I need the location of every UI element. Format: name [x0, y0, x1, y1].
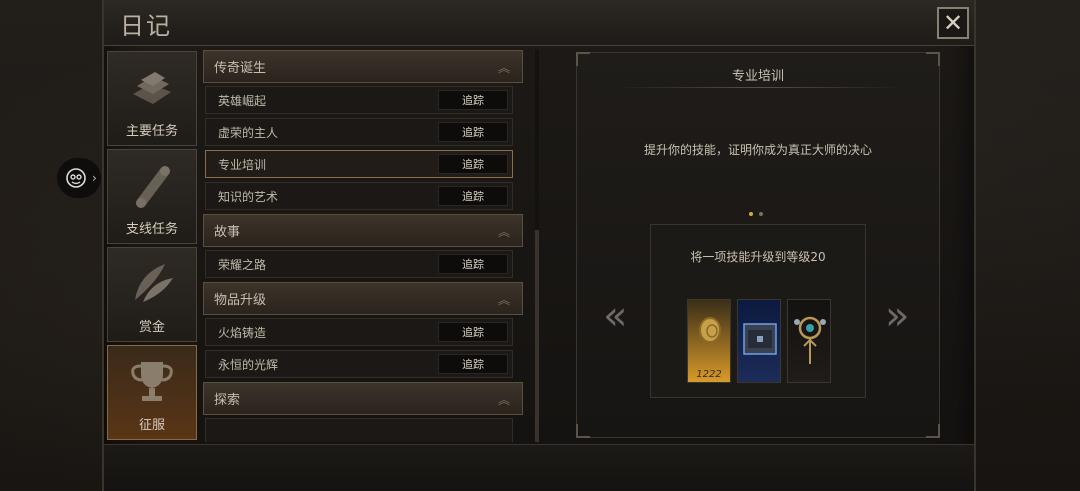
section-title: 物品升级: [214, 293, 267, 308]
reward-chest[interactable]: [737, 299, 781, 383]
tab-side-quests[interactable]: 支线任务: [107, 149, 197, 244]
divider: [615, 87, 903, 88]
tab-label: 征服: [138, 418, 165, 433]
corner-ornament: [576, 52, 590, 66]
quest-name: 专业培训: [218, 157, 267, 172]
title-bar: [104, 0, 974, 46]
corner-ornament: [926, 424, 940, 438]
quest-detail-panel: 专业培训 提升你的技能，证明你成为真正大师的决心 将一项技能升级到等级20 12…: [576, 52, 940, 438]
quest-row[interactable]: 火焰铸造 追踪: [205, 318, 513, 346]
double-chevron-left-icon: «: [603, 293, 628, 339]
tab-main-quests[interactable]: 主要任务: [107, 51, 197, 146]
quest-list-scrollbar[interactable]: [535, 50, 539, 442]
track-button[interactable]: 追踪: [438, 90, 508, 110]
quest-name: 荣耀之路: [218, 257, 267, 272]
quest-name: 知识的艺术: [218, 189, 279, 204]
quest-row[interactable]: 知识的艺术 追踪: [205, 182, 513, 210]
detail-description: 提升你的技能，证明你成为真正大师的决心: [643, 143, 872, 157]
quest-row[interactable]: 英雄崛起 追踪: [205, 86, 513, 114]
section-header[interactable]: 探索 ︽: [203, 382, 523, 415]
reward-amount: 1222: [696, 369, 722, 380]
profile-toggle-button[interactable]: ›: [57, 158, 101, 198]
tab-label: 支线任务: [125, 222, 178, 237]
section-header[interactable]: 故事 ︽: [203, 214, 523, 247]
track-button[interactable]: 追踪: [438, 322, 508, 342]
scroll-icon: [136, 166, 170, 208]
amulet-icon: [794, 316, 826, 364]
scrollbar-thumb[interactable]: [535, 230, 539, 442]
quest-row-selected[interactable]: 专业培训 追踪: [205, 150, 513, 178]
section-title: 传奇诞生: [214, 61, 267, 76]
reward-amulet[interactable]: [787, 299, 831, 383]
page-indicator: [749, 212, 763, 216]
section-header[interactable]: 物品升级 ︽: [203, 282, 523, 315]
prev-page-button[interactable]: «: [603, 293, 627, 339]
quest-name: 虚荣的主人: [218, 125, 279, 140]
close-icon: ✕: [942, 9, 964, 37]
trophy-icon: [131, 362, 173, 401]
bottom-bar: [104, 444, 974, 491]
quest-list[interactable]: 传奇诞生 ︽ 英雄崛起 追踪 虚荣的主人 追踪 专业培训 追踪 知识的艺术 追踪…: [203, 50, 533, 442]
section-header[interactable]: 传奇诞生 ︽: [203, 50, 523, 83]
quest-row[interactable]: 永恒的光辉 追踪: [205, 350, 513, 378]
quest-name: 英雄崛起: [218, 93, 267, 108]
chest-icon: [743, 323, 777, 355]
track-button[interactable]: 追踪: [438, 122, 508, 142]
corner-ornament: [926, 52, 940, 66]
objective-text: 将一项技能升级到等级20: [690, 250, 826, 264]
chevron-right-icon: ›: [92, 171, 97, 185]
quest-row[interactable]: 虚荣的主人 追踪: [205, 118, 513, 146]
page-dot-active: [749, 212, 753, 216]
book-icon: [133, 72, 171, 104]
quest-row-partial[interactable]: [205, 418, 513, 442]
tab-bounties[interactable]: 赏金: [107, 247, 197, 342]
chevron-up-icon: ︽: [497, 293, 510, 307]
objective-card: 将一项技能升级到等级20 1222: [650, 224, 866, 398]
chevron-up-icon: ︽: [497, 61, 510, 75]
section-title: 探索: [214, 393, 241, 408]
corner-ornament: [576, 424, 590, 438]
tab-label: 赏金: [138, 320, 165, 335]
gold-coins-icon: [699, 317, 721, 343]
chevron-up-icon: ︽: [497, 393, 510, 407]
track-button[interactable]: 追踪: [438, 354, 508, 374]
next-page-button[interactable]: »: [885, 293, 909, 339]
feathers-icon: [135, 264, 173, 302]
face-icon: [66, 168, 86, 188]
tab-conquests[interactable]: 征服: [107, 345, 197, 440]
chevron-up-icon: ︽: [497, 225, 510, 239]
detail-title: 专业培训: [731, 69, 784, 84]
track-button[interactable]: 追踪: [438, 254, 508, 274]
quest-row[interactable]: 荣耀之路 追踪: [205, 250, 513, 278]
tab-label: 主要任务: [125, 124, 178, 139]
close-button[interactable]: ✕: [937, 7, 969, 39]
section-title: 故事: [214, 225, 241, 240]
quest-name: 火焰铸造: [218, 325, 267, 340]
window-title: 日记: [120, 12, 172, 40]
reward-gold[interactable]: 1222: [687, 299, 731, 383]
track-button[interactable]: 追踪: [438, 154, 508, 174]
page-dot: [759, 212, 763, 216]
quest-name: 永恒的光辉: [218, 357, 279, 372]
track-button[interactable]: 追踪: [438, 186, 508, 206]
double-chevron-right-icon: »: [885, 293, 910, 339]
